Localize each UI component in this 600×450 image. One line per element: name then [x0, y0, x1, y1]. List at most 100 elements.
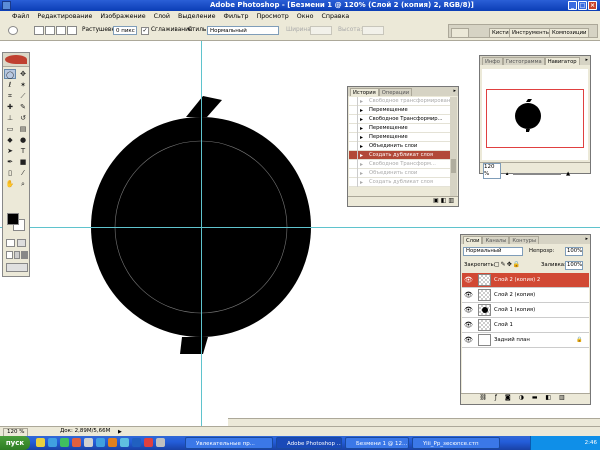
taskbar-item-4[interactable]: Yiii_Pp_зесюпсе.стп	[412, 437, 500, 449]
shape-tool-icon[interactable]: ■	[17, 157, 29, 167]
quicklaunch-5-icon[interactable]	[84, 438, 93, 447]
tab-actions[interactable]: Операции	[378, 88, 413, 96]
history-brush-source[interactable]	[349, 141, 358, 151]
menu-help[interactable]: Справка	[322, 13, 350, 20]
taskbar-item-1[interactable]: Увлекательные пр...	[185, 437, 273, 449]
maximize-button[interactable]: □	[578, 1, 587, 10]
new-group-icon[interactable]: ▬	[532, 394, 541, 401]
tab-info[interactable]: Инфо	[482, 57, 503, 65]
slice-tool-icon[interactable]: ⟋	[17, 91, 29, 101]
intersect-selection-icon[interactable]	[67, 26, 77, 35]
menu-select[interactable]: Выделение	[178, 13, 216, 20]
quicklaunch-1-icon[interactable]	[36, 438, 45, 447]
layer-mask-icon[interactable]: ◙	[505, 394, 514, 401]
new-layer-icon[interactable]: ◧	[545, 394, 554, 401]
eraser-tool-icon[interactable]: ▭	[4, 124, 16, 134]
width-input[interactable]	[310, 26, 332, 35]
tab-channels[interactable]: Каналы	[482, 236, 510, 244]
hand-tool-icon[interactable]: ✋	[4, 179, 16, 189]
feather-input[interactable]: 0 пикс	[113, 26, 137, 35]
history-brush-source[interactable]	[349, 150, 358, 160]
zoom-in-icon[interactable]: ▲	[566, 171, 570, 177]
pen-tool-icon[interactable]: ✒	[4, 157, 16, 167]
height-input[interactable]	[362, 26, 384, 35]
opacity-input[interactable]: 100%	[565, 247, 583, 256]
quicklaunch-8-icon[interactable]	[120, 438, 129, 447]
panel-menu-icon[interactable]: ▸	[453, 88, 456, 94]
history-item[interactable]: ▸ Свободное Трансформ...	[349, 159, 450, 169]
quicklaunch-7-icon[interactable]	[108, 438, 117, 447]
standard-mode-icon[interactable]	[6, 239, 15, 247]
layer-style-icon[interactable]: ƒ	[495, 394, 500, 401]
magic-wand-tool-icon[interactable]: ✶	[17, 80, 29, 90]
lock-options-icon[interactable]: ▢✎✥🔒	[494, 261, 521, 268]
menu-image[interactable]: Изображение	[100, 13, 145, 20]
horizontal-guide[interactable]	[0, 227, 600, 228]
history-item[interactable]: ▸ Создать дубликат слоя	[349, 177, 450, 187]
history-item[interactable]: ▸ Объединить слои	[349, 141, 450, 151]
zoom-out-icon[interactable]: ▴	[506, 171, 509, 177]
quicklaunch-10-icon[interactable]	[144, 438, 153, 447]
antialias-checkbox[interactable]: ✓	[141, 27, 149, 35]
history-brush-source[interactable]	[349, 97, 358, 106]
quicklaunch-11-icon[interactable]	[156, 438, 165, 447]
history-item[interactable]: ▸ Перемещение	[349, 105, 450, 115]
history-brush-tool-icon[interactable]: ↺	[17, 113, 29, 123]
scroll-thumb[interactable]	[451, 159, 456, 173]
history-brush-source[interactable]	[349, 105, 358, 115]
new-document-icon[interactable]: ◧	[441, 197, 447, 204]
move-tool-icon[interactable]: ✥	[17, 69, 29, 79]
eye-icon[interactable]: 👁	[462, 336, 475, 344]
healing-brush-tool-icon[interactable]: ✚	[4, 102, 16, 112]
menu-filter[interactable]: Фильтр	[224, 13, 249, 20]
add-selection-icon[interactable]	[45, 26, 55, 35]
adjustment-layer-icon[interactable]: ◑	[519, 394, 527, 401]
layer-row[interactable]: 👁 Слой 1	[462, 318, 589, 333]
history-item[interactable]: ▸ Перемещение	[349, 132, 450, 142]
taskbar-item-2[interactable]: Adobe Photoshop ...	[276, 437, 342, 449]
brush-tool-icon[interactable]: ✎	[17, 102, 29, 112]
type-tool-icon[interactable]: T	[17, 146, 29, 156]
tab-paths[interactable]: Контуры	[509, 236, 540, 244]
screen-mode-1-icon[interactable]	[6, 251, 13, 259]
eye-icon[interactable]: 👁	[462, 321, 475, 329]
taskbar-item-3[interactable]: Безмени 1 @ 12...	[345, 437, 409, 449]
new-selection-icon[interactable]	[34, 26, 44, 35]
photoshop-icon[interactable]	[2, 1, 11, 10]
tab-history[interactable]: История	[350, 88, 379, 96]
panel-menu-icon[interactable]: ▸	[585, 57, 588, 63]
fill-input[interactable]: 100%	[565, 261, 583, 270]
history-brush-source[interactable]	[349, 114, 358, 124]
snapshot-icon[interactable]: ▣	[433, 197, 439, 204]
quickmask-mode-icon[interactable]	[17, 239, 26, 247]
close-button[interactable]: ×	[588, 1, 597, 10]
notes-tool-icon[interactable]: ▯	[4, 168, 16, 178]
quicklaunch-2-icon[interactable]	[48, 438, 57, 447]
imageready-button[interactable]	[6, 263, 28, 272]
stamp-tool-icon[interactable]: ⊥	[4, 113, 16, 123]
tab-histogram[interactable]: Гистограмма	[502, 57, 545, 65]
screen-mode-2-icon[interactable]	[13, 251, 21, 259]
well-tab-comps[interactable]: Композиции	[549, 28, 590, 38]
screen-mode-3-icon[interactable]	[21, 251, 29, 259]
well-icon[interactable]	[451, 28, 469, 38]
delete-layer-icon[interactable]: ▥	[559, 394, 568, 401]
menu-window[interactable]: Окно	[297, 13, 314, 20]
history-item[interactable]: ▸ Перемещение	[349, 123, 450, 133]
quicklaunch-4-icon[interactable]	[72, 438, 81, 447]
quicklaunch-3-icon[interactable]	[60, 438, 69, 447]
history-item[interactable]: ▸ Свободное Трансформир...	[349, 114, 450, 124]
history-brush-source[interactable]	[349, 123, 358, 133]
blur-tool-icon[interactable]: ◆	[4, 135, 16, 145]
crop-tool-icon[interactable]: ⌗	[4, 91, 16, 101]
menu-layer[interactable]: Слой	[154, 13, 170, 20]
navigator-preview[interactable]	[482, 69, 588, 160]
minimize-button[interactable]: _	[568, 1, 577, 10]
zoom-input[interactable]: 120 %	[483, 163, 501, 179]
history-item[interactable]: ▸ Свободное трансформирование	[349, 97, 450, 106]
history-item[interactable]: ▸ Создать дубликат слоя	[349, 150, 450, 160]
menu-edit[interactable]: Редактирование	[37, 13, 92, 20]
history-brush-source[interactable]	[349, 177, 358, 187]
layer-row[interactable]: 👁 Слой 2 (копия)	[462, 288, 589, 303]
horizontal-scrollbar[interactable]	[228, 418, 600, 426]
